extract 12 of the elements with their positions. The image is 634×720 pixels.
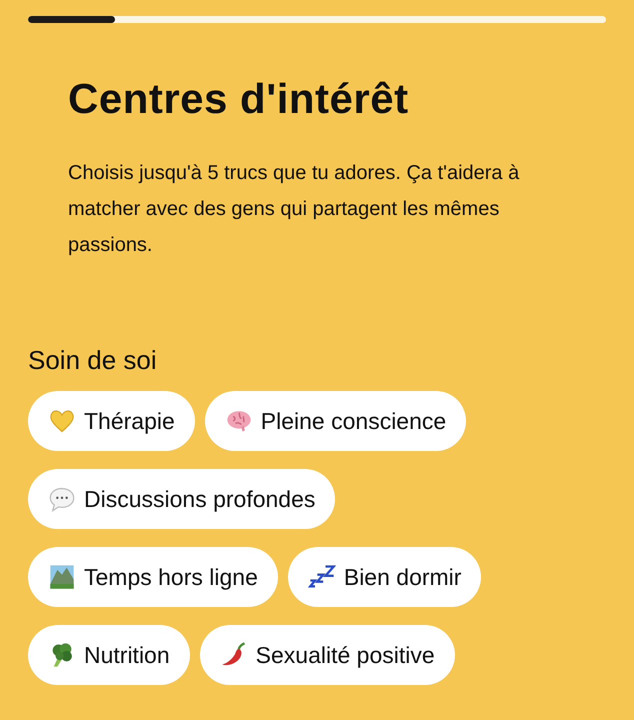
speech-bubble-icon (48, 485, 76, 513)
interest-chip[interactable]: Bien dormir (288, 547, 482, 607)
interest-chip[interactable]: Thérapie (28, 391, 195, 451)
interest-chip[interactable]: Sexualité positive (200, 625, 455, 685)
page-title: Centres d'intérêt (68, 74, 410, 124)
interest-chip[interactable]: Temps hors ligne (28, 547, 278, 607)
landscape-icon (48, 563, 76, 591)
interest-chip[interactable]: Pleine conscience (204, 391, 466, 451)
section-heading: Soin de soi (28, 344, 158, 377)
interest-chip[interactable]: Nutrition (28, 625, 190, 685)
description-text: Choisis jusqu'à 5 trucs que tu adores. Ça t'aidera à matcher avec des gens qui partagent les mêmes passions. (68, 161, 520, 258)
interest-chip[interactable]: Discussions profondes (28, 469, 336, 529)
